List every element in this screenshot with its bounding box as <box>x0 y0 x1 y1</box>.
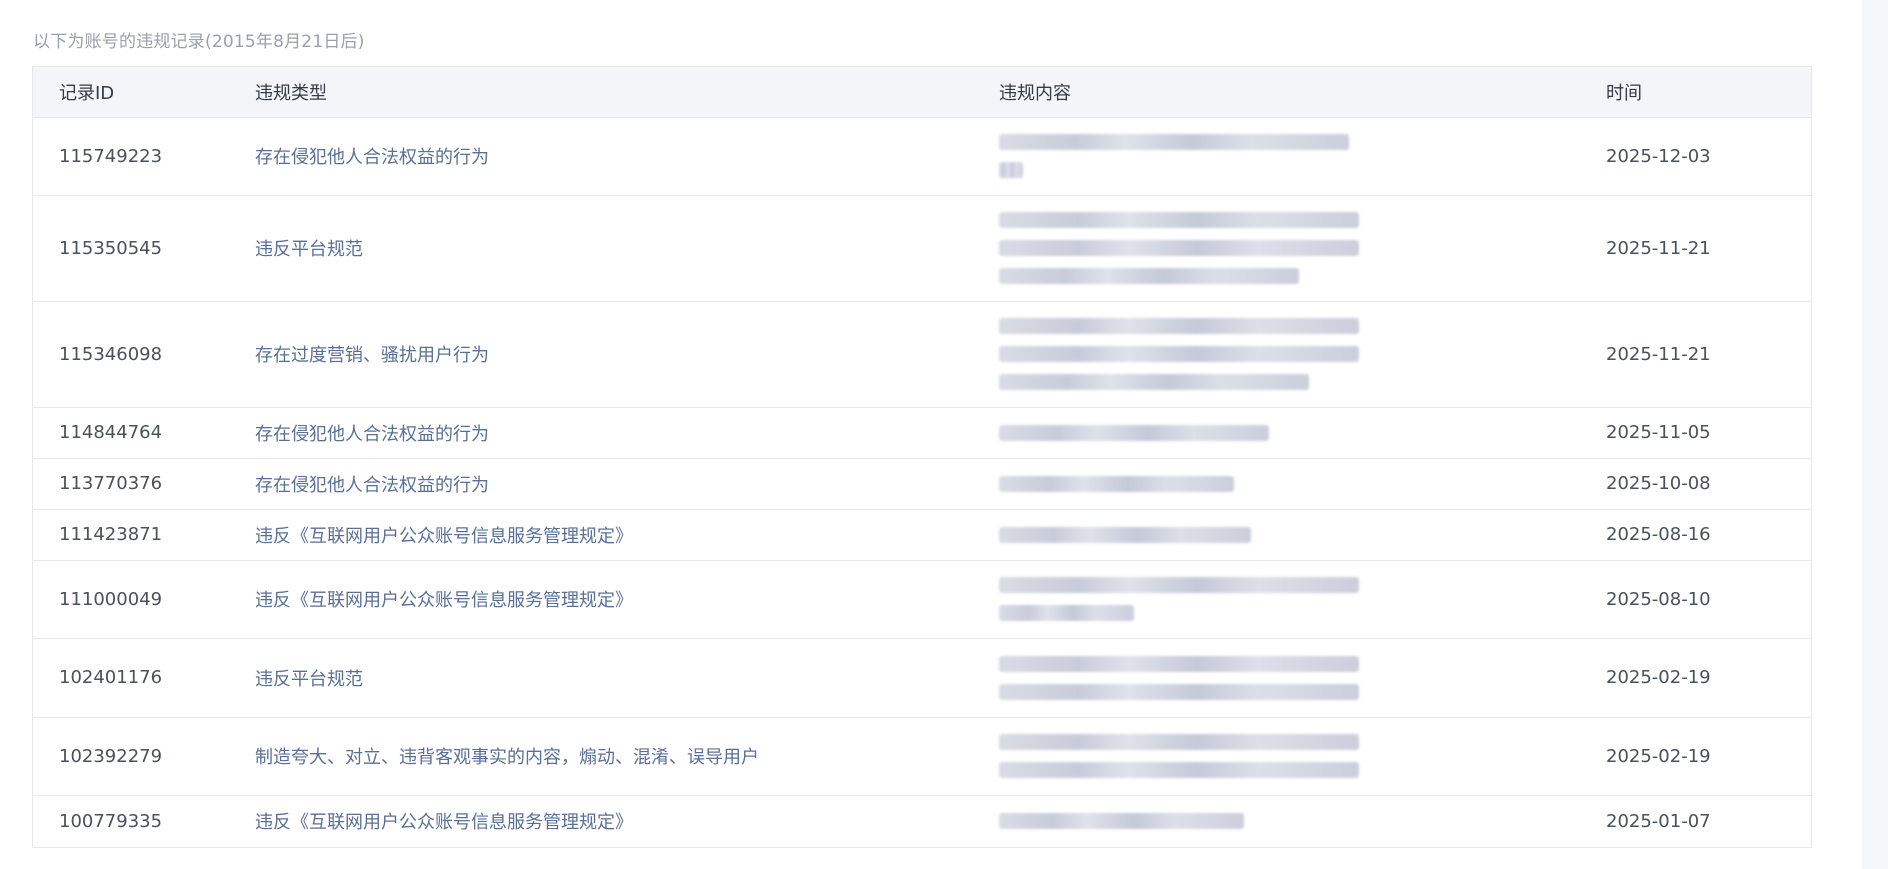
violation-type-cell: 违反《互联网用户公众账号信息服务管理规定》 <box>255 509 999 561</box>
time-cell: 2025-08-16 <box>1606 509 1811 561</box>
redacted-text-line <box>999 346 1359 362</box>
violation-content-cell <box>999 795 1606 847</box>
table-row: 111423871 违反《互联网用户公众账号信息服务管理规定》 2025-08-16 <box>33 509 1811 561</box>
violation-type-cell: 存在侵犯他人合法权益的行为 <box>255 407 999 459</box>
violation-content-cell <box>999 560 1606 639</box>
table-header-row: 记录ID 违规类型 违规内容 时间 <box>33 67 1811 118</box>
violation-type-cell: 违反平台规范 <box>255 195 999 302</box>
record-id-cell: 102401176 <box>33 638 255 718</box>
violation-type-cell: 制造夸大、对立、违背客观事实的内容，煽动、混淆、误导用户 <box>255 717 999 796</box>
redacted-text-line <box>999 318 1359 334</box>
redacted-text-line <box>999 605 1134 621</box>
record-id-cell: 115749223 <box>33 117 255 196</box>
violation-content-cell <box>999 509 1606 561</box>
violation-content-cell <box>999 407 1606 459</box>
record-id-cell: 115350545 <box>33 195 255 302</box>
violation-table-container: 记录ID 违规类型 违规内容 时间 115749223 存在侵犯他人合法权益的行为… <box>32 66 1812 848</box>
header-violation-content: 违规内容 <box>999 67 1606 118</box>
violation-type-cell: 存在侵犯他人合法权益的行为 <box>255 117 999 196</box>
redacted-text-line <box>999 268 1299 284</box>
violation-content-cell <box>999 458 1606 510</box>
violation-records-page: 以下为账号的违规记录(2015年8月21日后) 记录ID 违规类型 违规内容 时… <box>0 0 1888 869</box>
violation-content-cell <box>999 717 1606 796</box>
redacted-content <box>999 210 1606 286</box>
violation-type-cell: 违反《互联网用户公众账号信息服务管理规定》 <box>255 560 999 639</box>
redacted-content <box>999 732 1606 780</box>
record-id-cell: 111423871 <box>33 509 255 561</box>
redacted-text-line <box>999 424 1269 441</box>
redacted-content <box>999 132 1606 180</box>
redacted-text-line <box>999 577 1359 593</box>
redacted-content <box>999 474 1606 494</box>
redacted-text-line <box>999 734 1359 750</box>
table-row: 115350545 违反平台规范 2025-11-21 <box>33 195 1811 302</box>
record-id-cell: 111000049 <box>33 560 255 639</box>
redacted-content <box>999 316 1606 392</box>
redacted-content <box>999 423 1606 443</box>
redacted-text-line <box>999 762 1359 778</box>
redacted-text-line <box>999 813 1244 830</box>
time-cell: 2025-11-21 <box>1606 195 1811 302</box>
table-row: 102401176 违反平台规范 2025-02-19 <box>33 638 1811 718</box>
violation-content-cell <box>999 195 1606 302</box>
record-id-cell: 113770376 <box>33 458 255 510</box>
time-cell: 2025-08-10 <box>1606 560 1811 639</box>
time-cell: 2025-02-19 <box>1606 638 1811 718</box>
record-id-cell: 114844764 <box>33 407 255 459</box>
time-cell: 2025-11-05 <box>1606 407 1811 459</box>
redacted-text-line <box>999 162 1023 178</box>
violation-type-cell: 存在过度营销、骚扰用户行为 <box>255 301 999 408</box>
table-header: 记录ID 违规类型 违规内容 时间 <box>33 67 1811 118</box>
time-cell: 2025-12-03 <box>1606 117 1811 196</box>
header-violation-type: 违规类型 <box>255 67 999 118</box>
violation-content-cell <box>999 117 1606 196</box>
redacted-content <box>999 575 1606 623</box>
violation-type-cell: 违反平台规范 <box>255 638 999 718</box>
redacted-content <box>999 811 1606 831</box>
violation-type-cell: 存在侵犯他人合法权益的行为 <box>255 458 999 510</box>
redacted-text-line <box>999 134 1349 150</box>
table-row: 111000049 违反《互联网用户公众账号信息服务管理规定》 2025-08-10 <box>33 560 1811 639</box>
redacted-text-line <box>999 526 1251 543</box>
redacted-text-line <box>999 374 1309 390</box>
redacted-text-line <box>999 240 1359 256</box>
table-row: 115749223 存在侵犯他人合法权益的行为 2025-12-03 <box>33 117 1811 196</box>
record-id-cell: 100779335 <box>59 810 163 832</box>
redacted-text-line <box>999 475 1234 492</box>
records-note: 以下为账号的违规记录(2015年8月21日后) <box>33 32 365 52</box>
redacted-text-line <box>999 212 1359 228</box>
header-record-id: 记录ID <box>33 67 255 118</box>
violation-type-cell: 违反《互联网用户公众账号信息服务管理规定》 <box>255 812 633 834</box>
redacted-text-line <box>999 683 1359 700</box>
violation-content-cell <box>999 638 1606 718</box>
violation-content-cell <box>999 301 1606 408</box>
time-cell: 2025-11-21 <box>1606 301 1811 408</box>
time-cell: 2025-01-07 <box>1606 810 1711 832</box>
scrollbar-gutter[interactable] <box>1862 0 1888 869</box>
redacted-content <box>999 525 1606 545</box>
redacted-content <box>999 654 1606 702</box>
table-row: 115346098 存在过度营销、骚扰用户行为 2025-11-21 <box>33 301 1811 408</box>
time-cell: 2025-10-08 <box>1606 458 1811 510</box>
header-time: 时间 <box>1606 67 1811 118</box>
record-id-cell: 102392279 <box>33 717 255 796</box>
table-row: 100779335 违反《互联网用户公众账号信息服务管理规定》 2025-01-07 <box>33 795 1811 847</box>
time-cell: 2025-02-19 <box>1606 717 1811 796</box>
table-row: 102392279 制造夸大、对立、违背客观事实的内容，煽动、混淆、误导用户 202… <box>33 717 1811 796</box>
violation-table: 记录ID 违规类型 违规内容 时间 115749223 存在侵犯他人合法权益的行为… <box>33 67 1811 847</box>
table-row: 114844764 存在侵犯他人合法权益的行为 2025-11-05 <box>33 407 1811 459</box>
record-id-cell: 115346098 <box>33 301 255 408</box>
table-body: 115749223 存在侵犯他人合法权益的行为 2025-12-03 11535054… <box>33 117 1811 847</box>
redacted-text-line <box>999 655 1359 672</box>
table-row: 113770376 存在侵犯他人合法权益的行为 2025-10-08 <box>33 458 1811 510</box>
